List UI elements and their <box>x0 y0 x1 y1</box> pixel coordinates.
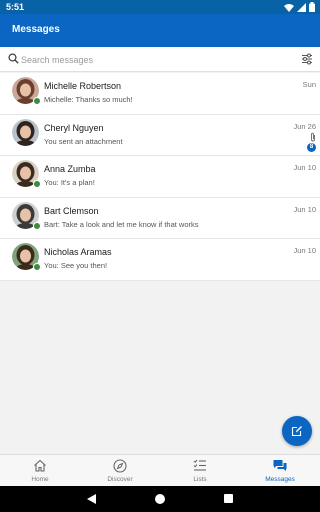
message-date: Jun 10 <box>293 163 316 172</box>
nav-messages[interactable]: Messages <box>240 455 320 486</box>
message-preview: Bart: Take a look and let me know if tha… <box>44 219 199 229</box>
search-bar <box>0 47 320 72</box>
avatar <box>12 118 39 146</box>
status-bar: 5:51 <box>0 0 320 14</box>
nav-label: Lists <box>193 476 207 483</box>
wifi-icon <box>284 3 294 12</box>
message-preview: You sent an attachment <box>44 136 123 146</box>
app-bar: Messages <box>0 14 320 47</box>
conversation-row[interactable]: Bart Clemson Bart: Take a look and let m… <box>0 197 320 239</box>
presence-indicator <box>33 263 41 271</box>
page-title: Messages <box>12 24 60 35</box>
conversation-row[interactable]: Anna Zumba You: It's a plan! Jun 10 <box>0 156 320 198</box>
conversation-row[interactable]: Nicholas Aramas You: See you then! Jun 1… <box>0 239 320 281</box>
compose-icon <box>291 426 302 437</box>
back-icon[interactable] <box>87 494 96 504</box>
message-preview: You: See you then! <box>44 261 108 270</box>
search-input[interactable] <box>21 51 281 68</box>
nav-label: Discover <box>107 476 133 483</box>
nav-label: Messages <box>265 476 295 483</box>
presence-indicator <box>33 97 41 105</box>
status-time: 5:51 <box>6 2 25 12</box>
message-preview: You: It's a plan! <box>44 178 95 187</box>
message-date: Jun 10 <box>293 204 316 214</box>
search-icon <box>8 53 19 64</box>
signal-icon <box>297 2 306 12</box>
message-date: Jun 26 <box>293 121 316 131</box>
compass-icon <box>113 459 127 473</box>
nav-discover[interactable]: Discover <box>80 455 160 486</box>
home-icon <box>34 459 46 472</box>
status-icons <box>284 2 315 12</box>
nav-home[interactable]: Home <box>0 455 80 486</box>
conversation-row[interactable]: Michelle Robertson Michelle: Thanks so m… <box>0 73 320 115</box>
nav-label: Home <box>31 476 49 483</box>
battery-icon <box>309 2 315 12</box>
system-nav-bar <box>0 486 320 512</box>
presence-indicator <box>33 180 41 188</box>
message-date: Jun 10 <box>293 246 316 255</box>
home-button[interactable] <box>155 494 165 504</box>
recents-button[interactable] <box>224 494 233 503</box>
checklist-icon <box>193 459 206 471</box>
chat-bubbles-icon <box>273 460 287 471</box>
conversation-row[interactable]: Cheryl Nguyen You sent an attachment Jun… <box>0 114 320 156</box>
contact-name: Anna Zumba <box>44 164 96 174</box>
bottom-nav: Home Discover Lists Messages <box>0 454 320 486</box>
message-preview: Michelle: Thanks so much! <box>44 95 133 104</box>
presence-indicator <box>33 221 41 230</box>
nav-lists[interactable]: Lists <box>160 455 240 486</box>
contact-name: Michelle Robertson <box>44 81 122 91</box>
conversation-list: Michelle Robertson Michelle: Thanks so m… <box>0 73 320 281</box>
contact-name: Nicholas Aramas <box>44 247 112 257</box>
contact-name: Bart Clemson <box>44 205 99 216</box>
filter-icon[interactable] <box>301 53 313 65</box>
compose-button[interactable] <box>282 416 312 446</box>
contact-name: Cheryl Nguyen <box>44 122 104 133</box>
message-date: Sun <box>302 80 316 89</box>
unread-badge: 8 <box>307 142 316 152</box>
paperclip-icon <box>311 132 315 141</box>
